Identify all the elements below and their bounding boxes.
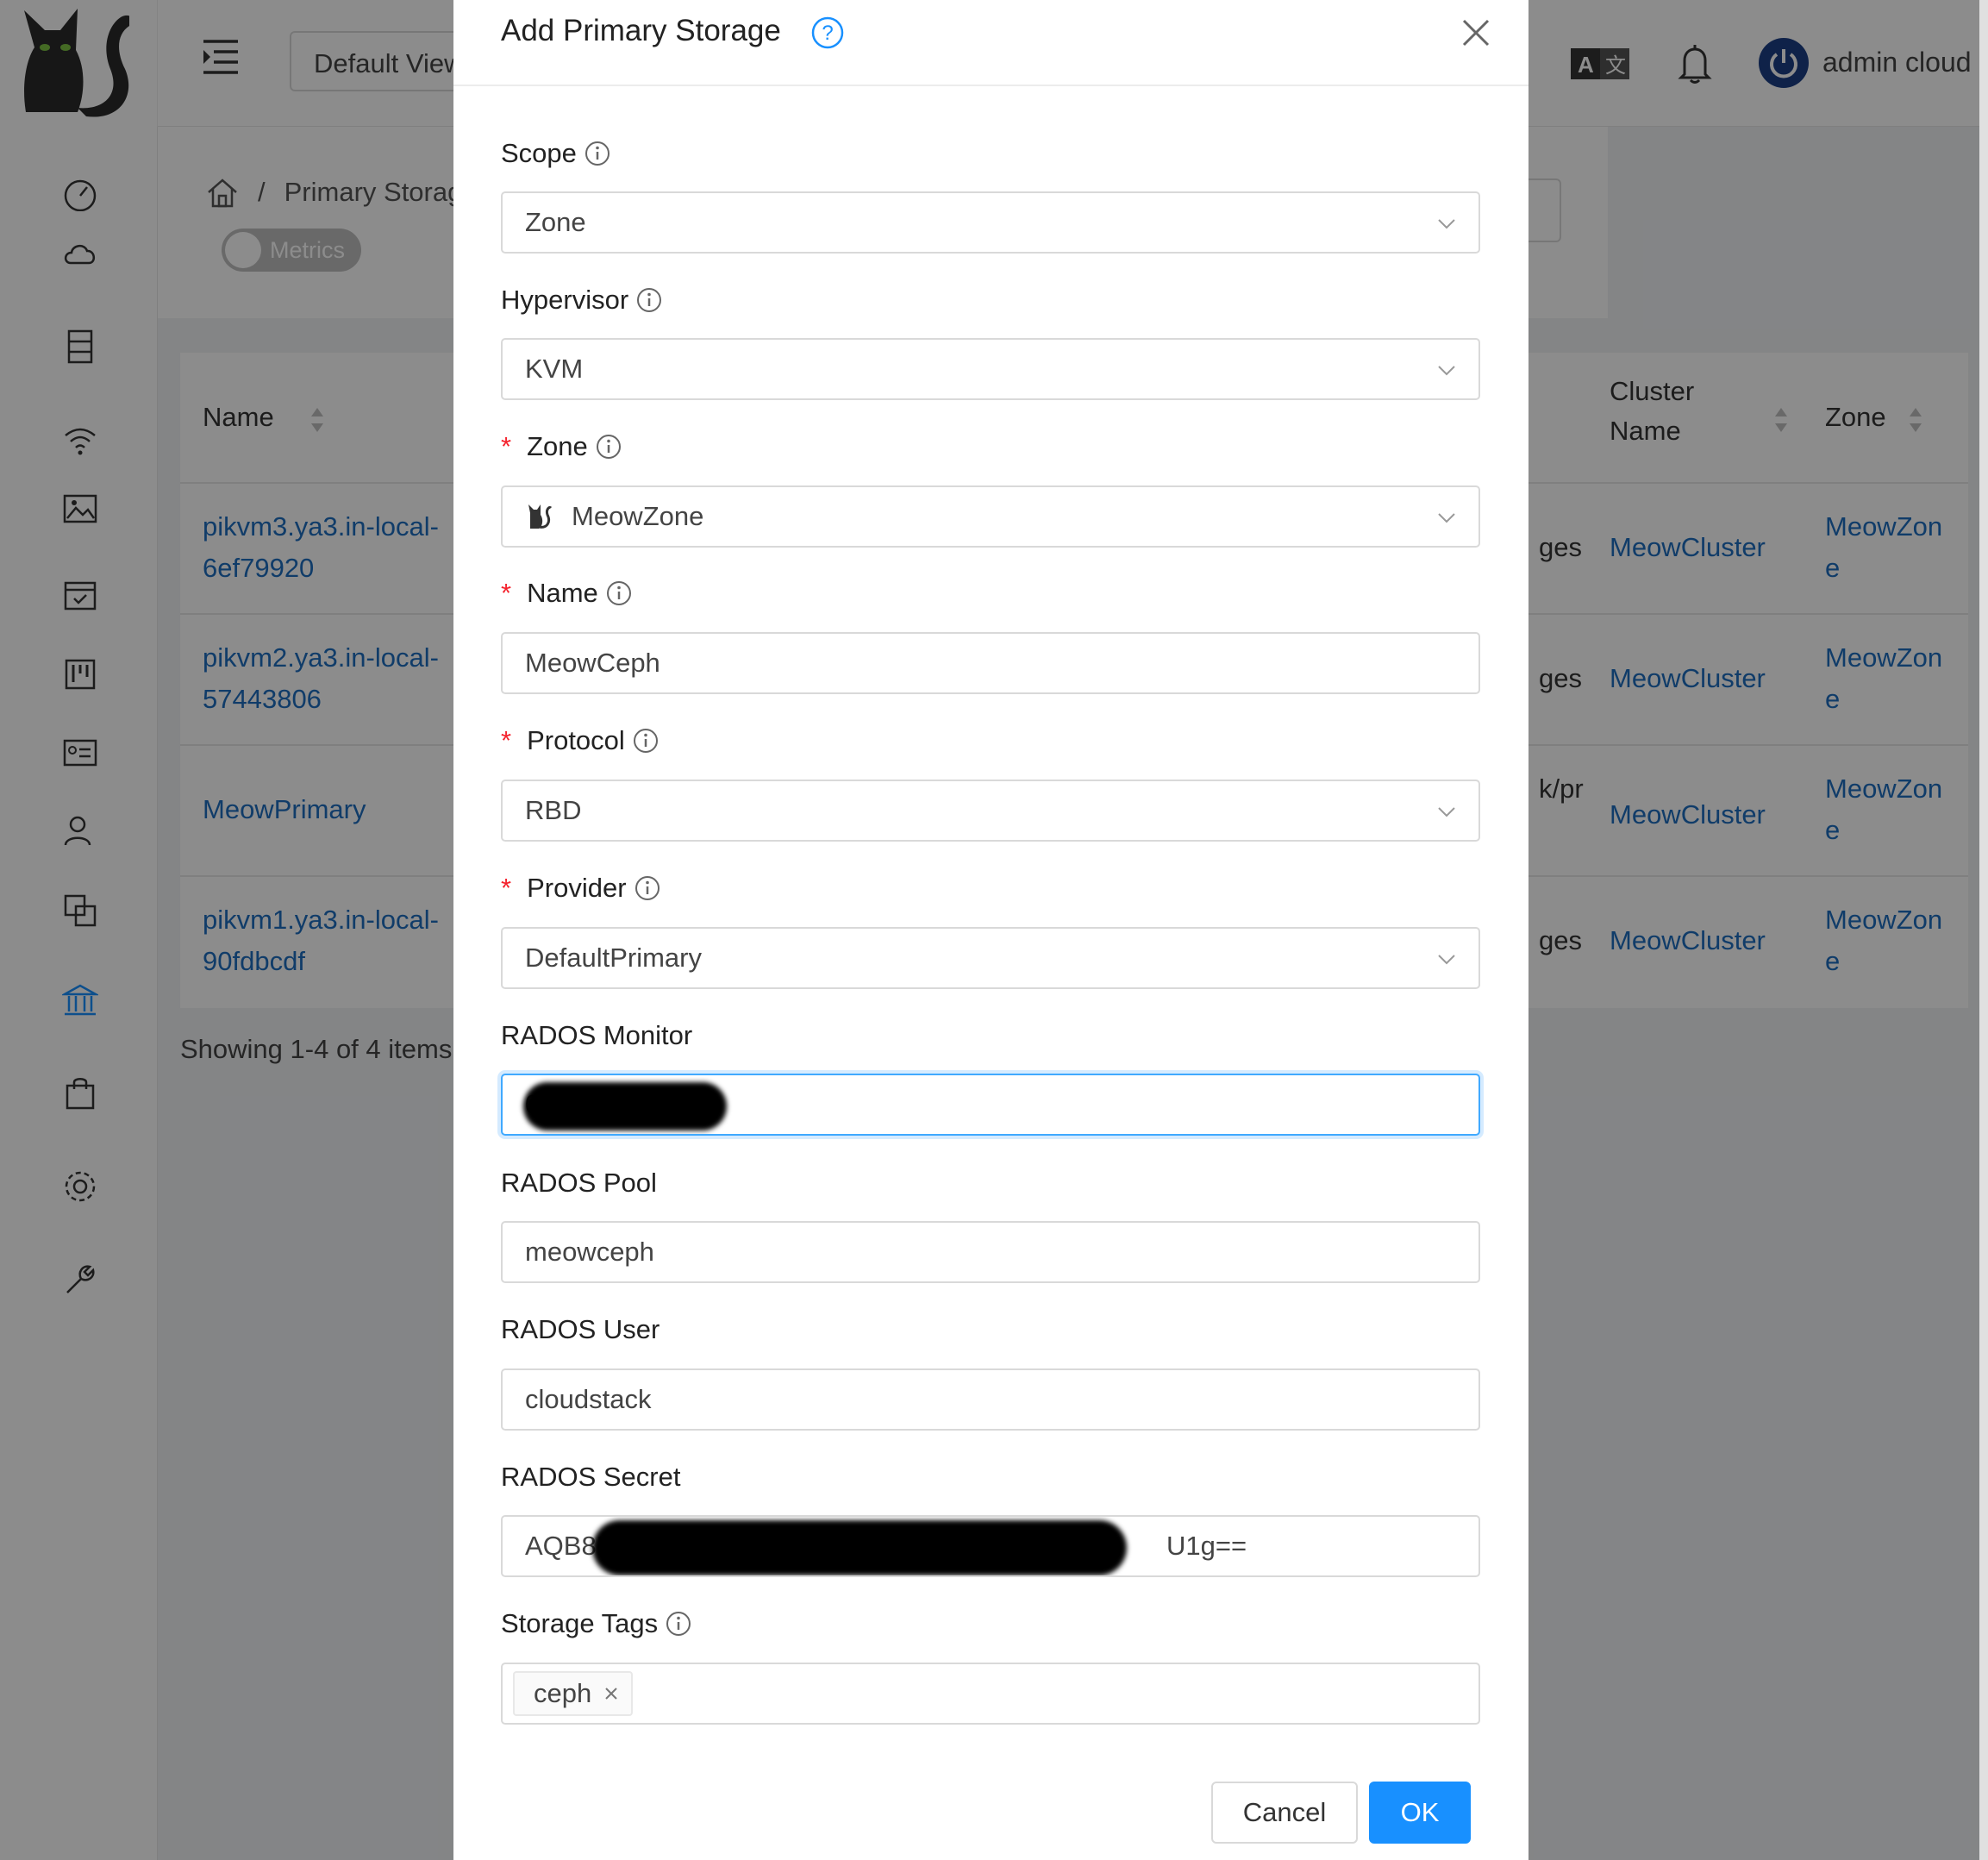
zone-cat-icon <box>528 504 553 529</box>
provider-select[interactable]: DefaultPrimary <box>501 927 1480 989</box>
rados-user-value: cloudstack <box>525 1384 652 1414</box>
rados-pool-label: RADOS Pool <box>501 1168 657 1199</box>
zone-label-text: Zone <box>527 431 588 461</box>
rados-secret-value-end: U1g== <box>1166 1531 1247 1561</box>
rados-user-label: RADOS User <box>501 1314 660 1345</box>
required-mark: * <box>501 431 512 461</box>
ok-button[interactable]: OK <box>1369 1782 1471 1844</box>
add-primary-storage-dialog: Add Primary Storage ? Scope Zone Hypervi… <box>453 0 1529 1860</box>
tag-label: ceph <box>534 1678 592 1708</box>
info-icon[interactable] <box>595 433 622 460</box>
svg-text:?: ? <box>822 22 833 45</box>
chevron-down-icon <box>1438 955 1455 965</box>
zone-value: MeowZone <box>572 501 704 531</box>
required-mark: * <box>501 873 512 903</box>
zone-label: * Zone <box>501 431 622 462</box>
rados-pool-label-text: RADOS Pool <box>501 1168 657 1198</box>
info-icon[interactable] <box>665 1610 692 1638</box>
zone-select[interactable]: MeowZone <box>501 485 1480 548</box>
dialog-title: Add Primary Storage <box>501 14 781 47</box>
rados-monitor-label: RADOS Monitor <box>501 1020 692 1051</box>
info-icon[interactable] <box>584 140 611 167</box>
info-icon[interactable] <box>635 286 663 314</box>
cancel-button[interactable]: Cancel <box>1211 1782 1358 1844</box>
rados-monitor-input[interactable]: 0 <box>501 1074 1480 1136</box>
chevron-down-icon <box>1438 807 1455 817</box>
tag-chip: ceph <box>513 1671 634 1716</box>
chevron-down-icon <box>1438 513 1455 523</box>
rados-secret-input[interactable]: AQB8F U1g== <box>501 1515 1480 1577</box>
scope-label-text: Scope <box>501 138 577 168</box>
rados-user-label-text: RADOS User <box>501 1314 660 1344</box>
close-icon[interactable] <box>1460 17 1491 48</box>
required-mark: * <box>501 578 512 608</box>
scope-label: Scope <box>501 138 611 169</box>
storage-tags-label-text: Storage Tags <box>501 1608 659 1638</box>
name-label-text: Name <box>527 578 598 608</box>
hypervisor-label-text: Hypervisor <box>501 285 629 315</box>
storage-tags-label: Storage Tags <box>501 1608 692 1639</box>
chevron-down-icon <box>1438 219 1455 229</box>
name-input[interactable]: MeowCeph <box>501 632 1480 694</box>
protocol-value: RBD <box>525 795 582 825</box>
rados-secret-label-text: RADOS Secret <box>501 1462 681 1492</box>
provider-value: DefaultPrimary <box>525 943 702 973</box>
close-icon[interactable] <box>603 1686 619 1701</box>
scrollbar[interactable] <box>1979 0 1988 1860</box>
scope-value: Zone <box>525 207 586 237</box>
rados-user-input[interactable]: cloudstack <box>501 1368 1480 1431</box>
hypervisor-value: KVM <box>525 354 584 384</box>
redaction-mark <box>592 1520 1127 1575</box>
info-icon[interactable] <box>605 579 633 607</box>
rados-pool-input[interactable]: meowceph <box>501 1221 1480 1283</box>
hypervisor-label: Hypervisor <box>501 285 663 316</box>
question-circle-icon[interactable]: ? <box>810 16 845 50</box>
dialog-header: Add Primary Storage ? <box>453 0 1529 86</box>
rados-secret-label: RADOS Secret <box>501 1462 680 1493</box>
name-label: * Name <box>501 578 633 609</box>
redaction-mark <box>523 1082 727 1130</box>
protocol-select[interactable]: RBD <box>501 780 1480 842</box>
required-mark: * <box>501 725 512 755</box>
rados-pool-value: meowceph <box>525 1237 654 1267</box>
scope-select[interactable]: Zone <box>501 191 1480 254</box>
info-icon[interactable] <box>632 727 660 755</box>
chevron-down-icon <box>1438 366 1455 376</box>
storage-tags-select[interactable]: ceph <box>501 1663 1480 1725</box>
protocol-label: * Protocol <box>501 725 660 756</box>
hypervisor-select[interactable]: KVM <box>501 338 1480 400</box>
info-icon[interactable] <box>634 874 661 902</box>
provider-label-text: Provider <box>527 873 627 903</box>
protocol-label-text: Protocol <box>527 725 625 755</box>
provider-label: * Provider <box>501 873 661 904</box>
rados-monitor-label-text: RADOS Monitor <box>501 1020 693 1050</box>
name-value: MeowCeph <box>525 648 660 678</box>
